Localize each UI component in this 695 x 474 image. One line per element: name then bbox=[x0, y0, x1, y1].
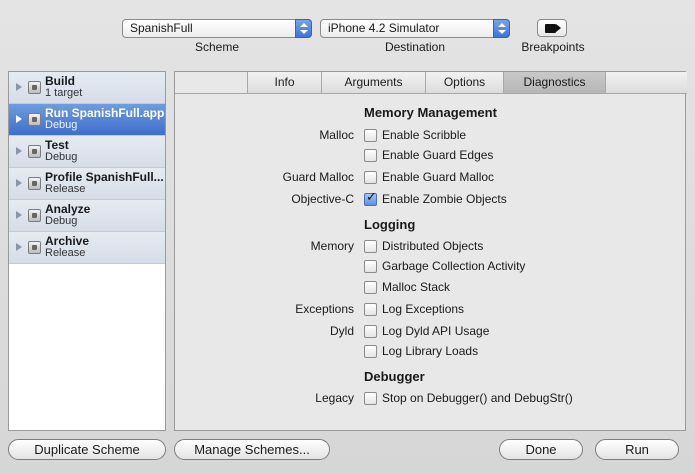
popup-arrows-icon bbox=[493, 19, 510, 38]
log-dyld-api-usage-checkbox[interactable] bbox=[364, 325, 377, 338]
build-action-icon bbox=[28, 81, 41, 94]
memory-label: Memory bbox=[310, 239, 354, 253]
objective-c-label: Objective-C bbox=[291, 192, 354, 206]
log-exceptions-checkbox[interactable] bbox=[364, 303, 377, 316]
sidebar-item-subtitle: Debug bbox=[45, 151, 78, 163]
disclosure-triangle-icon[interactable] bbox=[16, 147, 22, 155]
sidebar-item-subtitle: Release bbox=[45, 183, 86, 195]
tab-info[interactable]: Info bbox=[248, 72, 322, 93]
breakpoints-label: Breakpoints bbox=[521, 40, 585, 54]
tab-arguments[interactable]: Arguments bbox=[322, 72, 426, 93]
sidebar-item-title: Archive bbox=[45, 234, 90, 248]
tab-bar-spacer bbox=[175, 72, 247, 94]
duplicate-scheme-button[interactable]: Duplicate Scheme bbox=[8, 439, 166, 460]
sidebar-item-title: Profile SpanishFull... bbox=[45, 170, 164, 184]
sidebar-item-analyze[interactable]: Analyze Debug bbox=[9, 200, 165, 232]
destination-popup-value: iPhone 4.2 Simulator bbox=[328, 21, 440, 35]
scheme-popup-value: SpanishFull bbox=[130, 21, 193, 35]
guard-malloc-label: Guard Malloc bbox=[282, 170, 354, 184]
stop-on-debugger-label[interactable]: Stop on Debugger() and DebugStr() bbox=[382, 391, 573, 405]
malloc-stack-label[interactable]: Malloc Stack bbox=[382, 280, 450, 294]
tab-options[interactable]: Options bbox=[426, 72, 504, 93]
sidebar-item-title: Run SpanishFull.app bbox=[45, 106, 165, 120]
sidebar-item-subtitle: 1 target bbox=[45, 87, 83, 99]
malloc-label: Malloc bbox=[319, 128, 354, 142]
log-exceptions-label[interactable]: Log Exceptions bbox=[382, 302, 464, 316]
sidebar-item-archive[interactable]: Archive Release bbox=[9, 232, 165, 264]
scheme-popup[interactable]: SpanishFull bbox=[122, 19, 312, 38]
test-action-icon bbox=[28, 145, 41, 158]
section-title-debugger: Debugger bbox=[364, 369, 425, 384]
enable-scribble-label[interactable]: Enable Scribble bbox=[382, 128, 466, 142]
sidebar-item-build[interactable]: Build 1 target bbox=[9, 72, 165, 104]
sidebar-item-subtitle: Debug bbox=[45, 119, 78, 131]
disclosure-triangle-icon[interactable] bbox=[16, 83, 22, 91]
distributed-objects-checkbox[interactable] bbox=[364, 240, 377, 253]
sidebar-item-run[interactable]: Run SpanishFull.app Debug bbox=[9, 104, 165, 136]
disclosure-triangle-icon[interactable] bbox=[16, 179, 22, 187]
sidebar-item-test[interactable]: Test Debug bbox=[9, 136, 165, 168]
sidebar-item-title: Build bbox=[45, 74, 75, 88]
manage-schemes-button[interactable]: Manage Schemes... bbox=[174, 439, 330, 460]
enable-scribble-checkbox[interactable] bbox=[364, 129, 377, 142]
log-library-loads-label[interactable]: Log Library Loads bbox=[382, 344, 478, 358]
log-dyld-api-usage-label[interactable]: Log Dyld API Usage bbox=[382, 324, 489, 338]
run-action-icon bbox=[28, 113, 41, 126]
sidebar-item-profile[interactable]: Profile SpanishFull... Release bbox=[9, 168, 165, 200]
sidebar-item-title: Test bbox=[45, 138, 69, 152]
sidebar-item-subtitle: Release bbox=[45, 247, 86, 259]
disclosure-triangle-icon[interactable] bbox=[16, 211, 22, 219]
popup-arrows-icon bbox=[295, 19, 312, 38]
garbage-collection-activity-label[interactable]: Garbage Collection Activity bbox=[382, 259, 525, 273]
scheme-editor-sheet: SpanishFull Scheme iPhone 4.2 Simulator … bbox=[0, 0, 695, 474]
destination-label: Destination bbox=[384, 40, 446, 54]
disclosure-triangle-icon[interactable] bbox=[16, 243, 22, 251]
stop-on-debugger-checkbox[interactable] bbox=[364, 392, 377, 405]
enable-zombie-objects-checkbox[interactable] bbox=[364, 190, 377, 206]
tab-diagnostics[interactable]: Diagnostics bbox=[504, 72, 606, 93]
sidebar-item-subtitle: Debug bbox=[45, 215, 78, 227]
malloc-stack-checkbox[interactable] bbox=[364, 281, 377, 294]
diagnostics-panel: Info Arguments Options Diagnostics Memor… bbox=[174, 71, 687, 431]
profile-action-icon bbox=[28, 177, 41, 190]
analyze-action-icon bbox=[28, 209, 41, 222]
archive-action-icon bbox=[28, 241, 41, 254]
breakpoint-arrow-icon bbox=[545, 24, 561, 33]
distributed-objects-label[interactable]: Distributed Objects bbox=[382, 239, 483, 253]
tab-bar: Info Arguments Options Diagnostics bbox=[247, 72, 687, 94]
exceptions-label: Exceptions bbox=[295, 302, 354, 316]
disclosure-triangle-icon[interactable] bbox=[16, 115, 22, 123]
run-button[interactable]: Run bbox=[595, 439, 679, 460]
scheme-label: Scheme bbox=[194, 40, 240, 54]
section-title-memory-management: Memory Management bbox=[364, 105, 497, 120]
garbage-collection-activity-checkbox[interactable] bbox=[364, 260, 377, 273]
breakpoints-button[interactable] bbox=[537, 19, 567, 37]
toolbar: SpanishFull Scheme iPhone 4.2 Simulator … bbox=[0, 0, 695, 66]
legacy-label: Legacy bbox=[315, 391, 354, 405]
scheme-action-sidebar: Build 1 target Run SpanishFull.app Debug… bbox=[8, 71, 166, 431]
sidebar-item-title: Analyze bbox=[45, 202, 91, 216]
enable-zombie-objects-label[interactable]: Enable Zombie Objects bbox=[382, 192, 507, 206]
section-title-logging: Logging bbox=[364, 217, 416, 232]
destination-popup[interactable]: iPhone 4.2 Simulator bbox=[320, 19, 510, 38]
dyld-label: Dyld bbox=[329, 324, 354, 338]
enable-guard-malloc-label[interactable]: Enable Guard Malloc bbox=[382, 170, 494, 184]
done-button[interactable]: Done bbox=[499, 439, 583, 460]
enable-guard-edges-checkbox[interactable] bbox=[364, 149, 377, 162]
enable-guard-malloc-checkbox[interactable] bbox=[364, 171, 377, 184]
enable-guard-edges-label[interactable]: Enable Guard Edges bbox=[382, 148, 493, 162]
log-library-loads-checkbox[interactable] bbox=[364, 345, 377, 358]
